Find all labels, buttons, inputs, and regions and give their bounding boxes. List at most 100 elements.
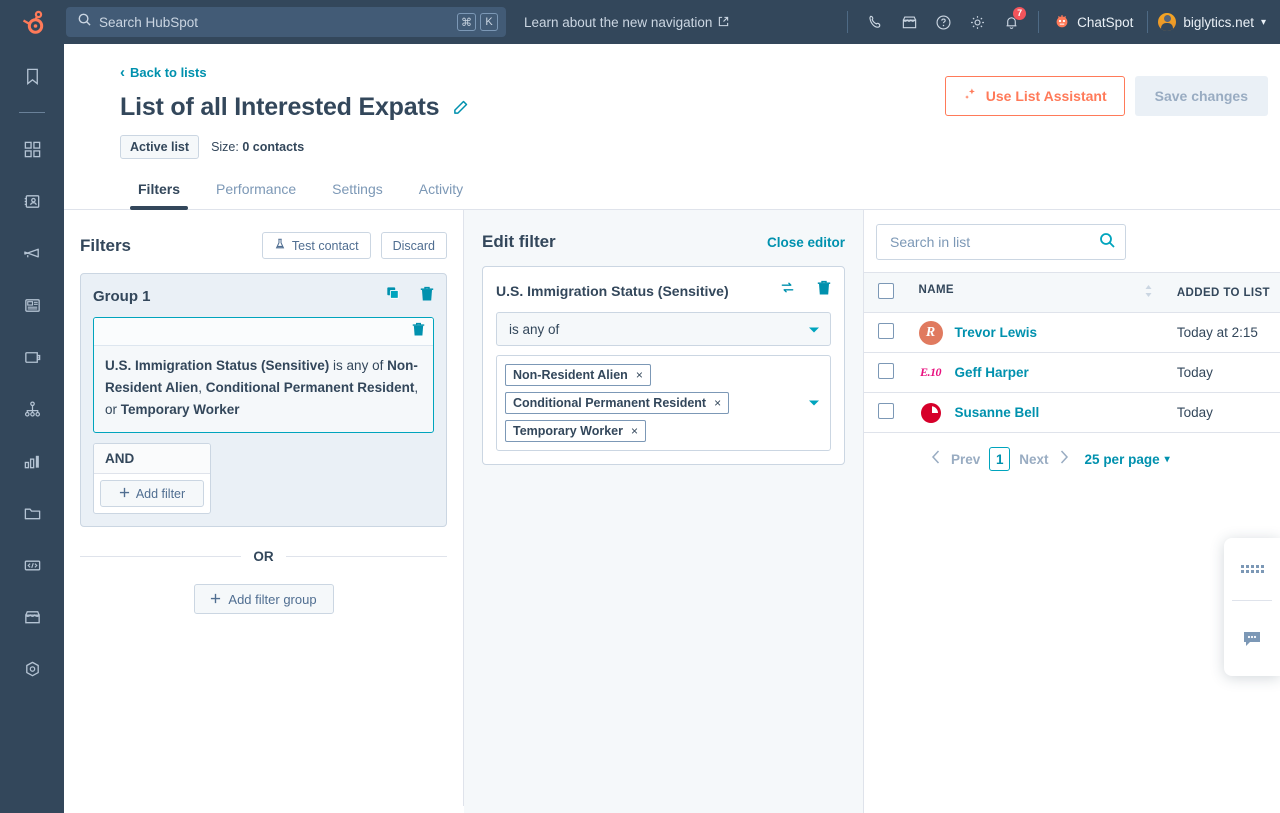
sidebar-item-reporting[interactable]	[12, 441, 52, 481]
table-row[interactable]: R Trevor Lewis Today at 2:15	[864, 312, 1280, 353]
sidebar-item-workspaces[interactable]	[12, 129, 52, 169]
plus-icon	[210, 592, 221, 607]
tab-activity[interactable]: Activity	[401, 181, 481, 209]
operator-select[interactable]: is any of	[496, 312, 831, 346]
select-all-checkbox[interactable]	[878, 283, 894, 299]
sidebar-item-marketing[interactable]	[12, 233, 52, 273]
table-row[interactable]: Susanne Bell Today	[864, 392, 1280, 433]
edit-filter-header: Edit filter Close editor	[482, 232, 845, 252]
learn-navigation-link[interactable]: Learn about the new navigation	[524, 15, 729, 30]
help-icon[interactable]	[926, 5, 960, 39]
search-icon[interactable]	[1099, 232, 1115, 253]
table-row[interactable]: E.10 Geff Harper Today	[864, 352, 1280, 393]
search-input[interactable]: Search in list	[876, 224, 1126, 260]
row-added-cell: Today at 2:15	[1166, 312, 1280, 353]
sidebar-item-settings[interactable]	[12, 649, 52, 689]
discard-label: Discard	[392, 238, 435, 253]
use-list-assistant-label: Use List Assistant	[985, 88, 1107, 104]
tab-filters[interactable]: Filters	[120, 181, 198, 210]
sidebar-item-automations[interactable]	[12, 389, 52, 429]
page-title: List of all Interested Expats	[120, 93, 440, 121]
hubspot-sprocket-logo[interactable]	[0, 0, 64, 44]
edit-filter-column: Edit filter Close editor U.S. Immigratio…	[464, 210, 864, 813]
marketplace-icon[interactable]	[892, 5, 926, 39]
row-name-cell: R Trevor Lewis	[908, 312, 1167, 353]
phone-icon[interactable]	[858, 5, 892, 39]
chat-bubble-icon[interactable]	[1242, 601, 1262, 676]
next-page-button[interactable]: Next	[1019, 452, 1048, 467]
chatspot-label: ChatSpot	[1077, 14, 1134, 30]
trash-icon[interactable]	[412, 322, 425, 342]
sidebar-item-data-management[interactable]	[12, 545, 52, 585]
avatar-initial: E.10	[920, 365, 942, 379]
operator-select-value: is any of	[509, 321, 560, 337]
contact-name-link[interactable]: Geff Harper	[955, 365, 1029, 380]
test-contact-label: Test contact	[291, 238, 359, 253]
duplicate-icon[interactable]	[386, 286, 400, 307]
add-filter-label: Add filter	[135, 486, 186, 501]
contact-name-link[interactable]: Trevor Lewis	[955, 325, 1038, 340]
next-chevron-icon[interactable]	[1058, 449, 1070, 470]
value-token[interactable]: Non-Resident Alien ×	[505, 364, 651, 386]
page-number-1[interactable]: 1	[989, 447, 1011, 471]
settings-gear-icon[interactable]	[960, 5, 994, 39]
and-box-divider	[94, 473, 210, 474]
close-icon[interactable]: ×	[636, 368, 643, 382]
use-list-assistant-button[interactable]: Use List Assistant	[944, 76, 1125, 116]
global-search-placeholder: Search HubSpot	[99, 14, 199, 30]
sidebar-item-content[interactable]	[12, 285, 52, 325]
pencil-icon[interactable]	[453, 100, 468, 115]
value-token-label: Non-Resident Alien	[513, 368, 628, 382]
close-icon[interactable]: ×	[631, 424, 638, 438]
prev-page-button[interactable]: Prev	[951, 452, 980, 467]
trash-icon[interactable]	[817, 280, 831, 301]
edit-filter-card-actions	[780, 280, 831, 301]
save-changes-button[interactable]: Save changes	[1134, 76, 1268, 116]
column-header-name[interactable]: NAME	[908, 272, 1167, 313]
tab-performance[interactable]: Performance	[198, 181, 314, 209]
prev-chevron-icon[interactable]	[930, 449, 942, 470]
sidebar-item-library[interactable]	[12, 493, 52, 533]
sort-icon[interactable]	[1144, 284, 1153, 301]
test-contact-button[interactable]: Test contact	[261, 232, 371, 259]
chevron-down-icon: ▾	[1260, 16, 1266, 28]
sidebar-item-commerce[interactable]	[12, 337, 52, 377]
and-filter-box: AND Add filter	[93, 443, 211, 514]
drag-handle[interactable]	[1240, 538, 1264, 600]
swap-arrows-icon[interactable]	[780, 280, 795, 301]
tab-settings[interactable]: Settings	[314, 181, 401, 209]
per-page-selector[interactable]: 25 per page ▾	[1085, 452, 1170, 467]
row-select-cell	[864, 352, 909, 393]
add-filter-button[interactable]: Add filter	[100, 480, 204, 507]
filter-separator-1: ,	[198, 380, 206, 395]
chevron-down-icon[interactable]	[808, 394, 820, 412]
close-icon[interactable]: ×	[714, 396, 721, 410]
chatspot-button[interactable]: ChatSpot	[1049, 12, 1137, 33]
sidebar-item-marketplace[interactable]	[12, 597, 52, 637]
filter-value-2: Conditional Permanent Resident	[205, 380, 415, 395]
or-divider-line-left	[80, 556, 242, 557]
sidebar-item-contacts[interactable]	[12, 181, 52, 221]
value-token[interactable]: Conditional Permanent Resident ×	[505, 392, 730, 414]
chevron-down-icon: ▾	[1164, 453, 1170, 465]
row-checkbox[interactable]	[878, 403, 894, 419]
notifications-bell-icon[interactable]: 7	[994, 5, 1028, 39]
values-multiselect[interactable]: Non-Resident Alien × Conditional Permane…	[496, 355, 831, 451]
account-menu[interactable]: biglytics.net ▾	[1158, 13, 1280, 31]
account-avatar	[1158, 13, 1177, 31]
contact-name-link[interactable]: Susanne Bell	[955, 405, 1040, 420]
list-size-label: Size:	[211, 140, 239, 154]
row-checkbox[interactable]	[878, 323, 894, 339]
row-checkbox[interactable]	[878, 363, 894, 379]
sidebar-item-bookmarks[interactable]	[12, 56, 52, 96]
filter-group: Group 1 U.S. Immigration Status (Sensiti…	[80, 273, 447, 527]
top-nav-right-cluster: 7 ChatSpot biglytics.net ▾	[837, 0, 1280, 44]
add-filter-group-button[interactable]: Add filter group	[193, 584, 334, 614]
value-token[interactable]: Temporary Worker ×	[505, 420, 647, 442]
close-editor-link[interactable]: Close editor	[767, 235, 845, 250]
discard-button[interactable]: Discard	[380, 232, 447, 259]
global-search-input[interactable]: Search HubSpot ⌘ K	[66, 7, 506, 37]
filter-card[interactable]: U.S. Immigration Status (Sensitive) is a…	[93, 317, 434, 433]
chevron-down-icon	[808, 322, 820, 337]
trash-icon[interactable]	[420, 286, 434, 307]
